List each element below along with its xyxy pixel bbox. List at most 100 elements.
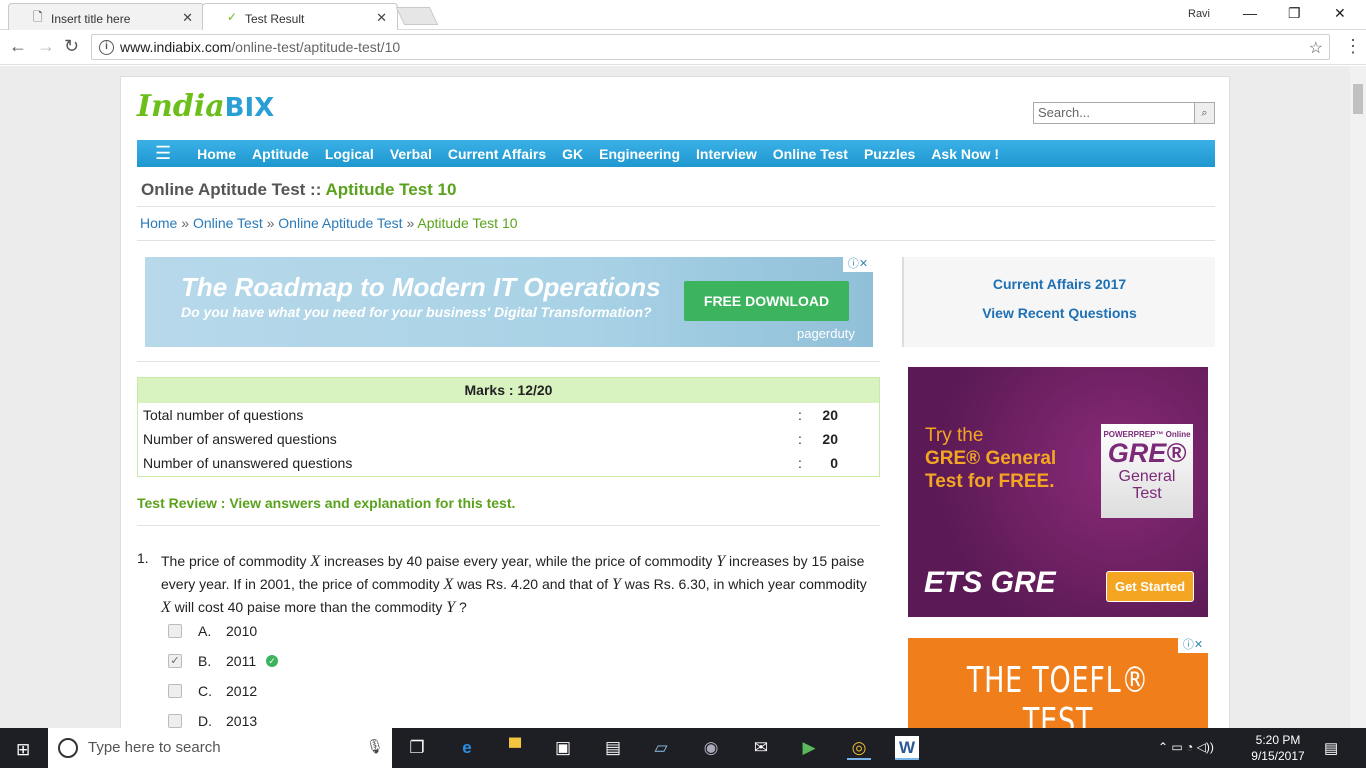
- current-affairs-link[interactable]: Current Affairs 2017: [904, 276, 1215, 292]
- table-row: Total number of questions:20: [143, 407, 838, 423]
- notifications-icon[interactable]: ▤: [1324, 739, 1338, 757]
- sidebar-links-box: Current Affairs 2017 View Recent Questio…: [902, 257, 1215, 347]
- nav-gk[interactable]: GK: [562, 146, 583, 162]
- tab-title: Insert title here: [51, 12, 131, 26]
- address-bar-row: ← → ↻ i www.indiabix.com/online-test/apt…: [0, 30, 1366, 65]
- ad-toefl-title: THE TOEFL® TEST: [966, 660, 1150, 728]
- test-review-heading: Test Review : View answers and explanati…: [137, 495, 516, 511]
- nav-verbal[interactable]: Verbal: [390, 146, 432, 162]
- question-number: 1.: [137, 550, 149, 566]
- task-view-icon[interactable]: ❐: [405, 736, 429, 760]
- url-host: www.indiabix.com: [120, 39, 232, 55]
- ad-title: The Roadmap to Modern IT Operations: [181, 272, 661, 302]
- tab-test-result[interactable]: ✓ Test Result ✕: [202, 3, 398, 30]
- nav-current-affairs[interactable]: Current Affairs: [448, 146, 546, 162]
- windows-taskbar: ⊞ Type here to search 🎙 ❐ e ▀ ▣ ▤ ▱ ◉ ✉ …: [0, 728, 1366, 768]
- close-tab-icon[interactable]: ✕: [376, 10, 387, 26]
- minimize-icon[interactable]: —: [1243, 5, 1257, 21]
- tab-title: Test Result: [245, 12, 305, 26]
- page-viewport: IndiaBIX Search... ⌕ ☰ Home Aptitude Log…: [0, 66, 1350, 728]
- question-text: The price of commodity X increases by 40…: [161, 553, 867, 616]
- nav-online-test[interactable]: Online Test: [773, 146, 848, 162]
- checkbox[interactable]: [168, 684, 182, 698]
- system-tray-icons[interactable]: ⌃ ▭ ◔ ◁)): [1158, 740, 1214, 754]
- checkbox[interactable]: [168, 714, 182, 728]
- media-icon[interactable]: ▶: [797, 736, 821, 760]
- ad-subtitle: Do you have what you need for your busin…: [181, 304, 652, 320]
- ad-gre-text: Try the GRE® General Test for FREE.: [925, 425, 1057, 492]
- clock[interactable]: 5:20 PM 9/15/2017: [1248, 732, 1308, 764]
- hamburger-menu-icon[interactable]: ☰: [155, 143, 171, 164]
- reload-icon[interactable]: ↻: [64, 37, 79, 55]
- indiabix-favicon-icon: ✓: [227, 10, 238, 24]
- back-arrow-icon[interactable]: ←: [9, 37, 27, 55]
- marks-table: Marks : 12/20 Total number of questions:…: [137, 377, 880, 477]
- indiabix-logo[interactable]: IndiaBIX: [137, 89, 274, 124]
- page-title: Online Aptitude Test :: Aptitude Test 10: [141, 180, 457, 199]
- cortana-icon: [58, 738, 78, 758]
- edge-icon[interactable]: e: [455, 736, 479, 760]
- nav-ask-now[interactable]: Ask Now !: [931, 146, 999, 162]
- recent-questions-link[interactable]: View Recent Questions: [904, 305, 1215, 321]
- nav-aptitude[interactable]: Aptitude: [252, 146, 309, 162]
- free-download-button[interactable]: FREE DOWNLOAD: [684, 281, 849, 321]
- close-window-icon[interactable]: ✕: [1334, 5, 1346, 22]
- breadcrumb-online-test[interactable]: Online Test: [193, 215, 263, 231]
- correct-check-icon: ✓: [266, 655, 278, 667]
- ad-banner-pagerduty[interactable]: The Roadmap to Modern IT Operations Do y…: [145, 257, 873, 347]
- divider: [137, 361, 880, 362]
- checkbox[interactable]: ✓: [168, 654, 182, 668]
- forward-arrow-icon[interactable]: →: [37, 37, 55, 55]
- page-container: IndiaBIX Search... ⌕ ☰ Home Aptitude Log…: [120, 76, 1230, 728]
- browser-tab-strip: 🗋 Insert title here ✕ ✓ Test Result ✕ Ra…: [0, 0, 1366, 30]
- browser-menu-icon[interactable]: ⋮: [1344, 36, 1362, 57]
- search-icon[interactable]: ⌕: [1194, 102, 1215, 124]
- word-icon[interactable]: W: [895, 736, 919, 760]
- new-tab-button[interactable]: [395, 7, 439, 25]
- notepad-icon[interactable]: ▱: [649, 736, 673, 760]
- close-tab-icon[interactable]: ✕: [182, 10, 193, 26]
- mail-icon[interactable]: ✉: [749, 736, 773, 760]
- checkbox[interactable]: [168, 624, 182, 638]
- maximize-icon[interactable]: ❐: [1288, 5, 1301, 22]
- divider: [137, 206, 1215, 207]
- chrome-icon[interactable]: ◎: [847, 736, 871, 760]
- eclipse-icon[interactable]: ◉: [699, 736, 723, 760]
- gre-product-box: POWERPREP™ Online GRE® General Test: [1101, 424, 1193, 518]
- search-input[interactable]: Search...: [1033, 102, 1195, 124]
- tab-insert-title[interactable]: 🗋 Insert title here ✕: [8, 3, 204, 30]
- store-icon[interactable]: ▣: [551, 736, 575, 760]
- page-scrollbar[interactable]: [1350, 66, 1366, 728]
- table-row: Number of answered questions:20: [143, 431, 838, 447]
- scrollbar-thumb[interactable]: [1353, 84, 1363, 114]
- taskbar-search-input[interactable]: Type here to search 🎙: [48, 728, 392, 768]
- marks-title: Marks : 12/20: [138, 378, 879, 403]
- url-path: /online-test/aptitude-test/10: [231, 39, 401, 55]
- ad-toefl[interactable]: THE TOEFL® TEST ⓘ✕: [908, 638, 1208, 728]
- profile-name[interactable]: Ravi: [1188, 8, 1210, 20]
- bookmark-star-icon[interactable]: ☆: [1309, 38, 1323, 58]
- command-prompt-icon[interactable]: ▤: [601, 736, 625, 760]
- page-icon: 🗋: [33, 10, 43, 24]
- microphone-icon[interactable]: 🎙: [366, 738, 384, 755]
- get-started-button[interactable]: Get Started: [1106, 571, 1194, 602]
- ad-choices-icon[interactable]: ⓘ✕: [1178, 638, 1208, 653]
- nav-interview[interactable]: Interview: [696, 146, 757, 162]
- ad-brand: pagerduty: [797, 326, 855, 341]
- windows-start-icon[interactable]: ⊞: [16, 740, 30, 760]
- site-info-icon[interactable]: i: [99, 40, 114, 55]
- ad-choices-icon[interactable]: ⓘ✕: [843, 257, 873, 272]
- nav-engineering[interactable]: Engineering: [599, 146, 680, 162]
- file-explorer-icon[interactable]: ▀: [503, 736, 527, 760]
- breadcrumb-current: Aptitude Test 10: [417, 215, 518, 231]
- table-row: Number of unanswered questions:0: [143, 455, 838, 471]
- main-navigation: ☰ Home Aptitude Logical Verbal Current A…: [137, 140, 1215, 167]
- nav-puzzles[interactable]: Puzzles: [864, 146, 915, 162]
- nav-logical[interactable]: Logical: [325, 146, 374, 162]
- nav-home[interactable]: Home: [197, 146, 236, 162]
- breadcrumb-online-aptitude-test[interactable]: Online Aptitude Test: [278, 215, 402, 231]
- ad-gre[interactable]: Try the GRE® General Test for FREE. POWERP…: [908, 367, 1208, 617]
- breadcrumb-home[interactable]: Home: [140, 215, 177, 231]
- url-field[interactable]: i www.indiabix.com/online-test/aptitude-…: [91, 34, 1330, 60]
- divider: [137, 240, 1215, 241]
